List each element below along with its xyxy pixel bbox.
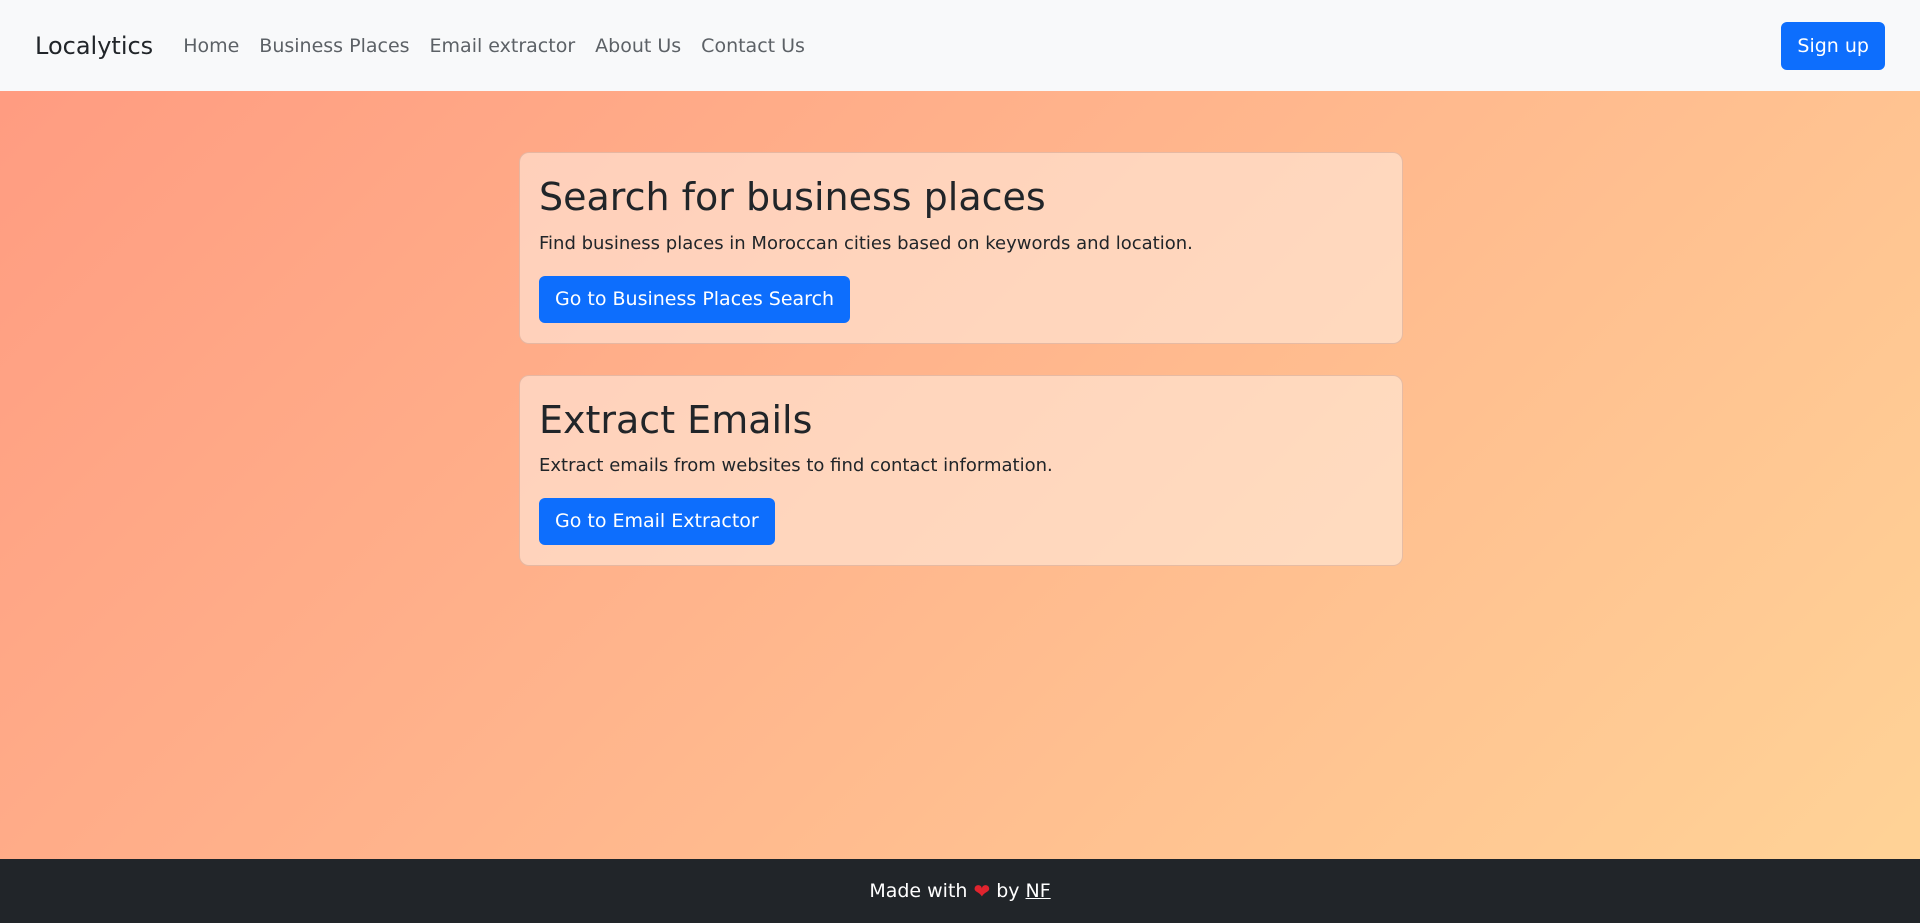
- author-link[interactable]: NF: [1026, 880, 1051, 902]
- nav-link-about-us[interactable]: About Us: [585, 35, 691, 57]
- brand-logo[interactable]: Localytics: [35, 32, 153, 60]
- nav-link-home[interactable]: Home: [173, 35, 249, 57]
- footer: Made with ❤ by NF: [0, 859, 1920, 923]
- nav-links: Home Business Places Email extractor Abo…: [173, 35, 815, 57]
- email-extractor-button[interactable]: Go to Email Extractor: [539, 498, 775, 546]
- nav-link-contact-us[interactable]: Contact Us: [691, 35, 815, 57]
- business-places-search-button[interactable]: Go to Business Places Search: [539, 275, 851, 323]
- nav-link-email-extractor[interactable]: Email extractor: [420, 35, 586, 57]
- nav-link-business-places[interactable]: Business Places: [249, 35, 419, 57]
- card-title: Extract Emails: [539, 397, 813, 442]
- card-description: Find business places in Moroccan cities …: [539, 232, 1193, 254]
- email-extractor-card: Extract Emails Extract emails from websi…: [519, 374, 1403, 567]
- footer-made-with: Made with: [869, 880, 968, 902]
- card-description: Extract emails from websites to find con…: [539, 455, 1053, 477]
- business-places-card: Search for business places Find business…: [519, 152, 1403, 344]
- signup-button[interactable]: Sign up: [1781, 22, 1885, 70]
- heart-icon: ❤: [973, 879, 991, 903]
- main-content: Search for business places Find business…: [519, 152, 1403, 597]
- footer-by: by: [996, 880, 1020, 902]
- card-title: Search for business places: [539, 175, 1046, 219]
- navbar: Localytics Home Business Places Email ex…: [0, 0, 1920, 91]
